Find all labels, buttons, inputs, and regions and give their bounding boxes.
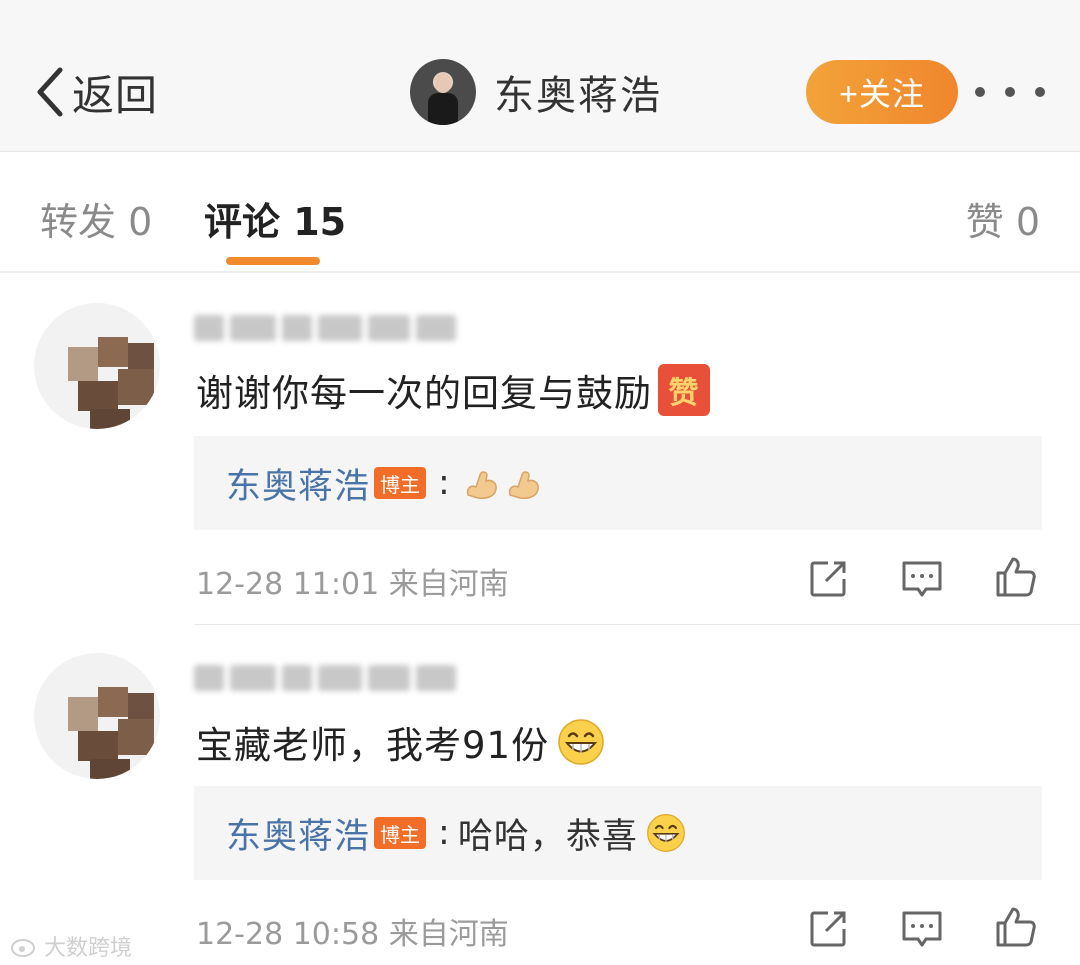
like-icon[interactable] [994,905,1038,949]
comment-item: 宝藏老师，我考91份 东奥蒋浩 博主 : 哈哈，恭喜 12-28 10:58 来… [0,625,1080,965]
reply-author-name[interactable]: 东奥蒋浩 [226,458,370,509]
flexed-biceps-icon [466,471,497,499]
author-reply[interactable]: 东奥蒋浩 博主 : [194,436,1042,530]
comment-body: 宝藏老师，我考91份 [196,724,550,767]
comment-text: 谢谢你每一次的回复与鼓励 赞 [196,363,710,417]
commenter-name-blurred[interactable] [194,659,474,697]
commenter-name-blurred[interactable] [194,309,474,347]
comment-icon[interactable] [900,907,944,951]
share-icon[interactable] [806,907,850,951]
blogger-badge: 博主 [374,817,427,849]
commenter-avatar[interactable] [34,653,160,779]
user-avatar[interactable] [410,59,476,125]
zan-emoji-icon: 赞 [658,364,710,416]
reply-author-name[interactable]: 东奥蒋浩 [226,808,370,859]
grinning-face-icon [646,814,685,852]
author-reply[interactable]: 东奥蒋浩 博主 : 哈哈，恭喜 [194,786,1042,880]
comment-meta: 12-28 10:58 来自河南 [196,917,509,952]
tab-repost[interactable]: 转发 0 [40,191,152,246]
user-header[interactable]: 东奥蒋浩 [410,58,662,126]
comment-text: 宝藏老师，我考91份 [196,715,605,769]
back-button[interactable]: 返回 [32,62,158,122]
like-icon[interactable] [994,555,1038,599]
reply-colon: : [438,463,450,503]
comment-item: 谢谢你每一次的回复与鼓励 赞 东奥蒋浩 博主 : 12-28 11:01 来自河… [0,275,1080,625]
tab-bar: 转发 0 评论 15 赞 0 [0,153,1080,273]
flexed-biceps-icon [508,471,539,499]
weibo-logo-icon [11,939,35,957]
blogger-badge: 博主 [374,467,427,499]
tab-like[interactable]: 赞 0 [966,191,1040,246]
tab-comment[interactable]: 评论 15 [204,191,346,246]
grinning-face-icon [558,719,604,765]
user-name[interactable]: 东奥蒋浩 [494,63,662,121]
top-nav-bar: 返回 东奥蒋浩 +关注 [0,0,1080,152]
comment-body: 谢谢你每一次的回复与鼓励 [196,372,652,415]
back-label: 返回 [72,70,159,120]
follow-button[interactable]: +关注 [806,60,958,124]
more-options-icon[interactable] [975,78,1045,106]
watermark: 大数跨境 [10,930,132,962]
reply-colon: : [438,813,450,853]
share-icon[interactable] [806,557,850,601]
reply-text: 哈哈，恭喜 [457,816,638,857]
active-tab-indicator [226,257,320,265]
comment-meta: 12-28 11:01 来自河南 [196,567,509,602]
comment-icon[interactable] [900,557,944,601]
commenter-avatar[interactable] [34,303,160,429]
watermark-text: 大数跨境 [44,936,133,961]
chevron-left-icon [37,67,63,117]
